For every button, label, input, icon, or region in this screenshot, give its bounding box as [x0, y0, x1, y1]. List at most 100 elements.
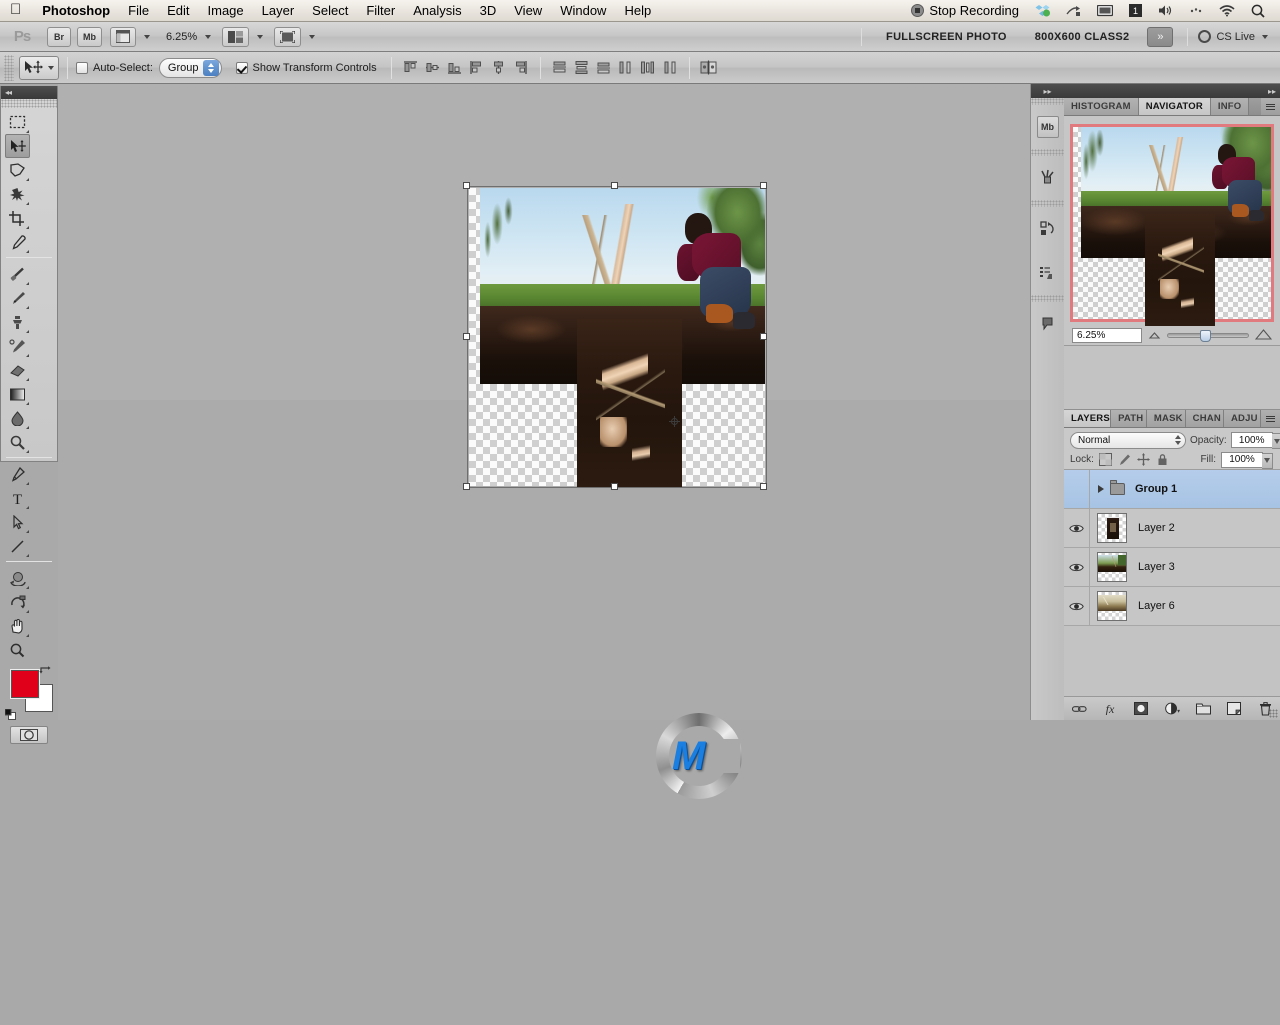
arrange-documents-control[interactable]	[219, 26, 267, 47]
navigator-zoom-slider[interactable]	[1167, 329, 1249, 343]
dropbox-icon[interactable]	[1028, 4, 1057, 17]
add-layer-mask-icon[interactable]	[1134, 701, 1149, 716]
opacity-stepper[interactable]	[1271, 433, 1280, 449]
transform-handle-top-center[interactable]	[611, 182, 618, 189]
tool-blur[interactable]	[5, 406, 30, 430]
menu-item-image[interactable]: Image	[199, 0, 253, 22]
stepper-arrows-icon[interactable]	[202, 59, 219, 76]
layer-row-layer-2[interactable]: Layer 2	[1064, 509, 1280, 548]
dock-grip[interactable]	[1031, 98, 1064, 105]
navigator-proxy-preview[interactable]	[1070, 124, 1274, 326]
group-disclosure-triangle-icon[interactable]	[1098, 485, 1104, 493]
layer-name-group-1[interactable]: Group 1	[1125, 483, 1177, 495]
layer-visibility-toggle-layer-2[interactable]	[1064, 509, 1090, 547]
show-transform-controls-checkbox[interactable]	[235, 61, 248, 74]
lock-image-pixels-icon[interactable]	[1118, 453, 1132, 467]
tool-flyout-indicator[interactable]	[26, 610, 29, 613]
blend-mode-dropdown[interactable]: Normal	[1070, 431, 1186, 449]
lock-transparent-pixels-icon[interactable]	[1099, 453, 1113, 467]
tab-info[interactable]: INFO	[1210, 98, 1250, 115]
new-group-icon[interactable]	[1195, 701, 1211, 716]
dock-item-mini-bridge[interactable]: Mb	[1031, 105, 1064, 149]
tool-flyout-indicator[interactable]	[26, 426, 29, 429]
tool-flyout-indicator[interactable]	[26, 282, 29, 285]
dock-grip[interactable]	[1031, 295, 1064, 302]
menu-item-edit[interactable]: Edit	[158, 0, 198, 22]
menu-item-photoshop[interactable]: Photoshop	[33, 0, 119, 22]
tool-flyout-indicator[interactable]	[26, 506, 29, 509]
view-extras-control[interactable]	[107, 26, 154, 47]
menu-item-3d[interactable]: 3D	[471, 0, 506, 22]
screen-mode-icon[interactable]	[274, 26, 302, 47]
tool-flyout-indicator[interactable]	[26, 482, 29, 485]
quick-mask-mode-icon[interactable]	[10, 726, 48, 744]
chevron-down-icon[interactable]	[144, 34, 150, 39]
tool-flyout-indicator[interactable]	[26, 306, 29, 309]
tool-flyout-indicator[interactable]	[26, 586, 29, 589]
menu-item-analysis[interactable]: Analysis	[404, 0, 470, 22]
tool-flyout-indicator[interactable]	[26, 178, 29, 181]
zoom-in-icon[interactable]	[1254, 329, 1273, 342]
tab-navigator[interactable]: NAVIGATOR	[1138, 98, 1211, 115]
tool-flyout-indicator[interactable]	[26, 130, 29, 133]
chevron-down-icon[interactable]	[309, 34, 316, 39]
distribute-top-edges-icon[interactable]	[550, 57, 570, 79]
tool-flyout-indicator[interactable]	[26, 354, 29, 357]
distribute-horizontal-centers-icon[interactable]	[638, 57, 658, 79]
menu-item-view[interactable]: View	[505, 0, 551, 22]
tool-history-brush[interactable]	[5, 334, 30, 358]
workspace-fullscreen-photo[interactable]: FULLSCREEN PHOTO	[872, 31, 1021, 43]
screen-mode-control[interactable]	[271, 26, 319, 47]
layers-panel-menu-icon[interactable]	[1261, 410, 1280, 427]
distribute-vertical-centers-icon[interactable]	[572, 57, 592, 79]
layer-row-layer-6[interactable]: Layer 6	[1064, 587, 1280, 626]
menu-item-window[interactable]: Window	[551, 0, 615, 22]
layer-thumbnail-cell-layer-6[interactable]	[1090, 591, 1134, 621]
align-bottom-edges-icon[interactable]	[445, 57, 465, 79]
menu-item-help[interactable]: Help	[615, 0, 660, 22]
chevron-down-icon[interactable]	[48, 65, 54, 70]
tool-horizontal-type[interactable]: T	[5, 486, 30, 510]
layer-name-layer-3[interactable]: Layer 3	[1134, 561, 1175, 573]
apple-icon[interactable]: 	[0, 2, 33, 17]
tool-flyout-indicator[interactable]	[26, 634, 29, 637]
zoom-out-icon[interactable]	[1148, 330, 1161, 341]
workspace-800x600-class2[interactable]: 800X600 CLASS2	[1021, 31, 1144, 43]
chevron-down-icon[interactable]	[257, 34, 264, 39]
swap-colors-icon[interactable]	[39, 666, 51, 681]
display-icon[interactable]	[1090, 4, 1120, 17]
align-right-edges-icon[interactable]	[511, 57, 531, 79]
auto-align-layers-icon[interactable]	[699, 57, 719, 79]
workspace-overflow-button[interactable]: »	[1147, 26, 1174, 47]
distribute-left-edges-icon[interactable]	[616, 57, 636, 79]
tool-preset-picker[interactable]	[19, 55, 59, 80]
canvas-work-area[interactable]: M	[58, 84, 1030, 799]
volume-icon[interactable]	[1151, 4, 1180, 17]
tool-path-selection[interactable]	[5, 510, 30, 534]
layer-row-group-1[interactable]: Group 1	[1064, 470, 1280, 509]
toolbox-collapse-header[interactable]: ◂◂	[1, 86, 57, 99]
tool-3d-camera-rotate[interactable]	[5, 590, 30, 614]
layer-row-layer-3[interactable]: Layer 3	[1064, 548, 1280, 587]
tab-histogram[interactable]: HISTOGRAM	[1064, 98, 1139, 115]
dock-item-notes[interactable]	[1031, 302, 1064, 346]
menu-item-select[interactable]: Select	[303, 0, 357, 22]
document-canvas[interactable]	[469, 188, 765, 488]
menu-item-file[interactable]: File	[119, 0, 158, 22]
tool-flyout-indicator[interactable]	[26, 554, 29, 557]
toolbox-grip[interactable]	[1, 99, 57, 108]
menu-item-layer[interactable]: Layer	[253, 0, 304, 22]
chevron-down-icon[interactable]	[205, 34, 212, 39]
zoom-level-value[interactable]: 6.25%	[158, 31, 200, 43]
tool-flyout-indicator[interactable]	[26, 378, 29, 381]
tool-eraser[interactable]	[5, 358, 30, 382]
tab-layers[interactable]: LAYERS	[1064, 410, 1112, 427]
dock-grip[interactable]	[1031, 149, 1064, 156]
quick-mask-toggle[interactable]	[1, 726, 57, 744]
tool-flyout-indicator[interactable]	[26, 250, 29, 253]
transform-handle-middle-right[interactable]	[760, 333, 767, 340]
share-icon[interactable]	[1059, 5, 1088, 17]
wifi-icon[interactable]	[1212, 4, 1242, 17]
layer-thumbnail-cell-layer-3[interactable]	[1090, 552, 1134, 582]
tool-flyout-indicator[interactable]	[26, 202, 29, 205]
